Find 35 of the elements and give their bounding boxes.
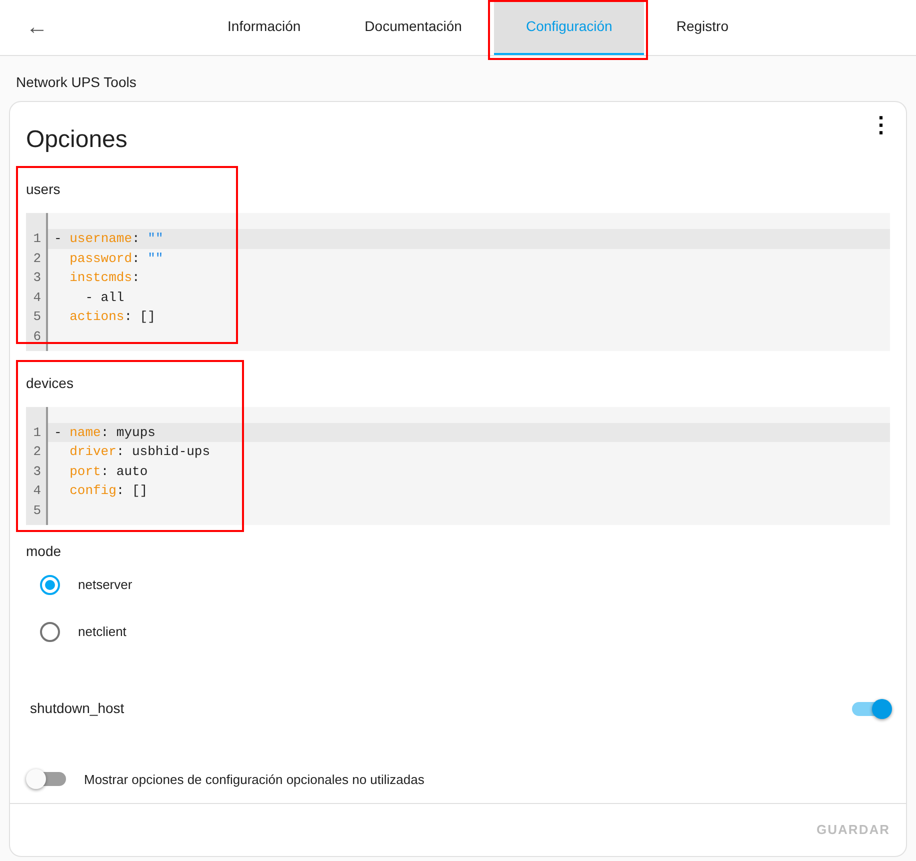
line-number: 1 — [32, 424, 42, 442]
line-number: 4 — [32, 288, 42, 307]
radio-button[interactable] — [40, 622, 60, 642]
field-label: devices — [26, 374, 74, 393]
field-label: mode — [26, 542, 62, 561]
line-number: 1 — [32, 230, 42, 248]
line-number: 3 — [32, 269, 42, 288]
line-number: 3 — [32, 462, 42, 481]
tab[interactable]: Registro — [644, 0, 760, 55]
code-line: config: [] — [68, 482, 149, 500]
code-editor[interactable]: 1 2 3 4 5 6 - username: "" password: "" instcmds: - all actions: [] — [26, 213, 890, 351]
field-label: users — [26, 180, 62, 199]
line-number: 5 — [32, 308, 42, 326]
option-label: netclient — [78, 623, 126, 642]
line-number: 2 — [32, 250, 42, 268]
code-line: instcmds: — [68, 269, 141, 288]
line-number: 4 — [32, 482, 42, 500]
code-line: - all — [84, 288, 126, 307]
setting-label: shutdown_host — [30, 699, 124, 718]
back-button[interactable]: ← — [22, 13, 52, 41]
page-title: Network UPS Tools — [15, 73, 138, 92]
code-line: password: "" — [68, 250, 164, 268]
code-line: port: auto — [68, 462, 149, 481]
tab[interactable]: Documentación — [332, 0, 494, 55]
tab[interactable]: Información — [196, 0, 333, 55]
card-title: Opciones — [25, 125, 128, 155]
option-label: netserver — [78, 576, 132, 594]
code-line: driver: usbhid-ups — [68, 443, 212, 462]
line-number: 6 — [32, 328, 42, 346]
radio-button[interactable] — [40, 575, 60, 596]
line-number: 5 — [32, 502, 42, 520]
toggle-label: Mostrar opciones de configuración opcionales no utilizadas — [84, 770, 424, 789]
code-line: actions: [] — [68, 308, 156, 326]
code-editor[interactable]: 1 2 3 4 5 - name: myups driver: usbhid-ups port: auto config: [] — [26, 406, 890, 525]
line-number: 2 — [32, 443, 42, 462]
